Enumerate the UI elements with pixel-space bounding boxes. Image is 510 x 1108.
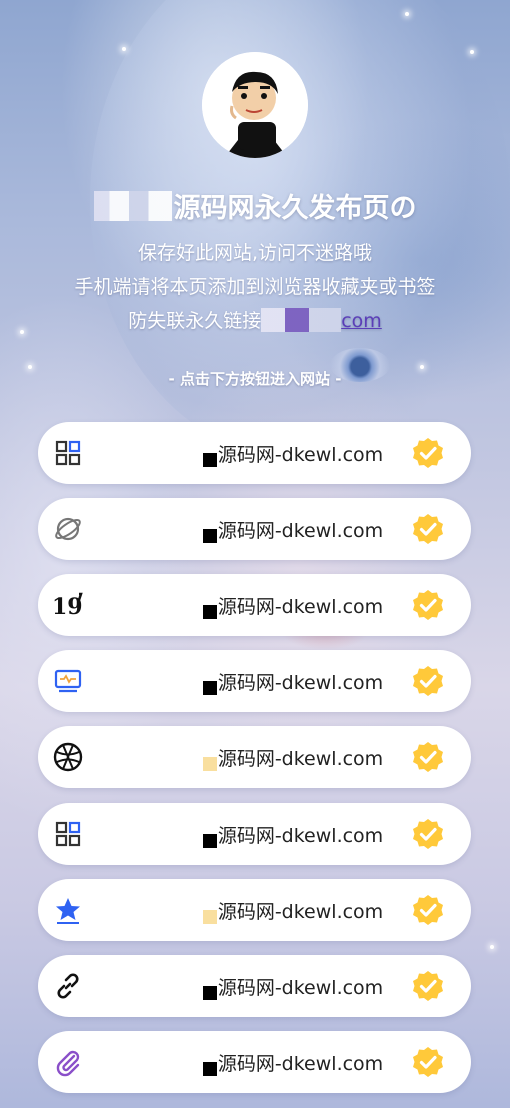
site-link-button[interactable]: 19 源码网-dkewl.com: [38, 574, 471, 636]
number-19-icon: 19: [52, 589, 84, 621]
site-link-label: 源码网-dkewl.com: [178, 1049, 408, 1076]
cta-text: - 点击下方按钮进入网站 -: [168, 370, 342, 388]
redacted-mark: [202, 833, 217, 848]
globe-icon: [52, 741, 84, 773]
site-link-label: 源码网-dkewl.com: [178, 821, 408, 848]
redacted-mark: [202, 1061, 217, 1076]
site-link-label: 源码网-dkewl.com: [178, 973, 408, 1000]
star-icon: [52, 894, 84, 926]
redacted-mark: [202, 528, 217, 543]
verified-badge-icon: [413, 895, 443, 925]
site-link-button[interactable]: 源码网-dkewl.com: [38, 498, 471, 560]
avatar: [202, 52, 308, 158]
grid-apps-icon: [52, 818, 84, 850]
monitor-pulse-icon: [52, 665, 84, 697]
save-hint: 保存好此网站,访问不迷路哦: [137, 242, 373, 264]
permanent-link-line: 防失联永久链接 com: [128, 308, 382, 332]
site-link-button[interactable]: 源码网-dkewl.com: [38, 1031, 471, 1093]
grid-apps-icon: [52, 437, 84, 469]
site-link-label: 源码网-dkewl.com: [178, 744, 408, 771]
redacted-mark: [202, 985, 217, 1000]
site-link-button[interactable]: 源码网-dkewl.com: [38, 955, 471, 1017]
verified-badge-icon: [413, 666, 443, 696]
site-link-label: 源码网-dkewl.com: [178, 440, 408, 467]
verified-badge-icon: [413, 514, 443, 544]
redacted-mosaic: [261, 308, 342, 332]
verified-badge-icon: [413, 1047, 443, 1077]
redacted-mark: [202, 604, 217, 619]
verified-badge-icon: [413, 438, 443, 468]
site-link-button[interactable]: 源码网-dkewl.com: [38, 726, 471, 788]
link-icon: [52, 970, 84, 1002]
redacted-mark: [202, 756, 217, 771]
site-link-button[interactable]: 源码网-dkewl.com: [38, 422, 471, 484]
site-link-label: 源码网-dkewl.com: [178, 592, 408, 619]
redacted-mark: [202, 680, 217, 695]
verified-badge-icon: [413, 742, 443, 772]
planet-icon: [52, 513, 84, 545]
page-title: 源码网永久发布页の: [0, 186, 510, 225]
verified-badge-icon: [413, 819, 443, 849]
site-link-button[interactable]: 源码网-dkewl.com: [38, 650, 471, 712]
site-link-label: 源码网-dkewl.com: [178, 897, 408, 924]
paperclip-icon: [52, 1046, 84, 1078]
bookmark-hint: 手机端请将本页添加到浏览器收藏夹或书签: [74, 276, 436, 298]
verified-badge-icon: [413, 590, 443, 620]
site-link-button[interactable]: 源码网-dkewl.com: [38, 879, 471, 941]
svg-text:19: 19: [52, 594, 83, 620]
site-link-label: 源码网-dkewl.com: [178, 516, 408, 543]
permanent-link[interactable]: com: [341, 310, 382, 332]
redacted-mark: [202, 452, 217, 467]
site-link-label: 源码网-dkewl.com: [178, 668, 408, 695]
redacted-mark: [202, 909, 217, 924]
redacted-mosaic: [93, 191, 172, 221]
site-link-button[interactable]: 源码网-dkewl.com: [38, 803, 471, 865]
verified-badge-icon: [413, 971, 443, 1001]
